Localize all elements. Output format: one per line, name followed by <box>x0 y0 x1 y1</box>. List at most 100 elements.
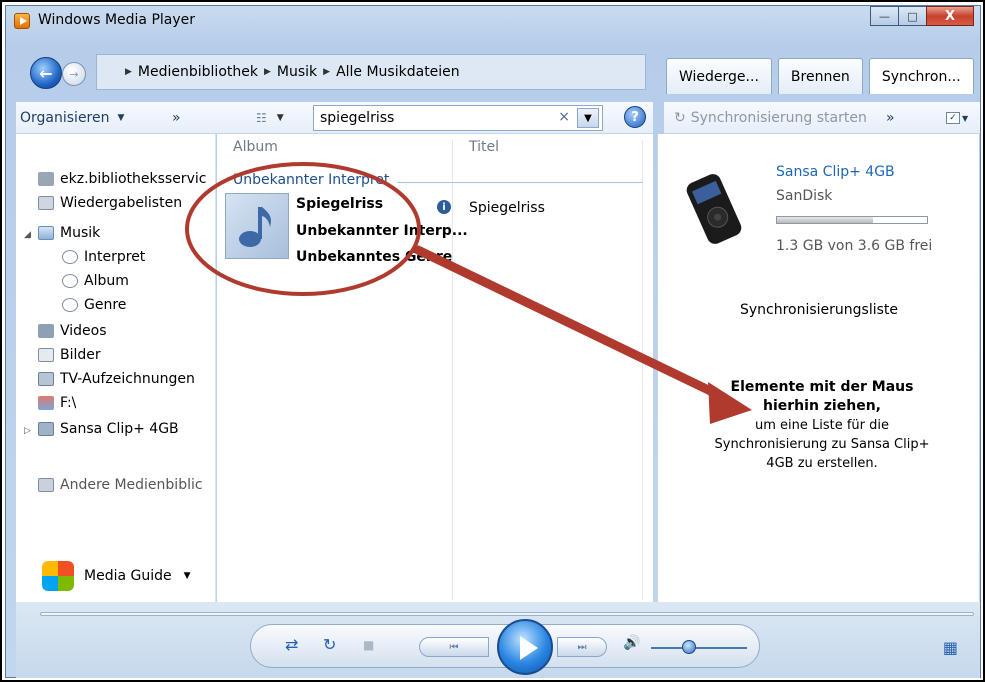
nav-label: F:\ <box>60 395 77 411</box>
sync-more-button[interactable]: » <box>886 106 895 130</box>
drop-zone-hint[interactable]: Elemente mit der Maus hierhin ziehen, um… <box>702 378 942 473</box>
windows-logo-icon <box>42 561 74 591</box>
nav-label: Bilder <box>60 347 101 363</box>
seek-bar[interactable] <box>40 612 974 616</box>
forward-button[interactable]: → <box>62 62 86 86</box>
navigation-bar: ← → ▶ Medienbibliothek ▶ Musik ▶ Alle Mu… <box>16 54 653 90</box>
title-bar: Windows Media Player — □ X <box>6 6 980 34</box>
playlist-icon <box>38 196 54 210</box>
picture-icon <box>38 348 54 362</box>
other-libraries-icon <box>38 478 54 492</box>
nav-label: Interpret <box>84 249 146 265</box>
column-header-title[interactable]: Titel <box>469 134 499 160</box>
clear-search-icon[interactable]: × <box>558 109 570 125</box>
organize-button[interactable]: Organisieren ▼ <box>20 106 124 130</box>
storage-bar <box>776 216 928 224</box>
nav-item-library-share[interactable]: ekz.bibliotheksservic <box>38 168 206 190</box>
maximize-button[interactable]: □ <box>898 6 926 26</box>
nav-item-device[interactable]: Sansa Clip+ 4GB <box>38 418 179 440</box>
dropdown-arrow-icon: ▼ <box>276 113 284 123</box>
nav-label: Wiedergabelisten <box>60 195 183 211</box>
tab-burn[interactable]: Brennen <box>777 58 863 94</box>
nav-item-drive[interactable]: F:\ <box>38 392 76 414</box>
sync-pane: Sansa Clip+ 4GB SanDisk 1.3 GB von 3.6 G… <box>657 134 979 602</box>
previous-button[interactable]: ⏮ <box>419 637 489 657</box>
breadcrumb-library[interactable]: Medienbibliothek <box>138 64 258 80</box>
breadcrumb-music[interactable]: Musik <box>277 64 317 80</box>
sansa-player-image <box>686 174 742 244</box>
repeat-icon[interactable]: ↻ <box>323 635 336 654</box>
search-dropdown-button[interactable]: ▼ <box>577 108 599 128</box>
video-icon <box>38 324 54 338</box>
view-options-icon: ☷ <box>256 111 267 125</box>
switch-to-now-playing-icon[interactable]: ▦ <box>943 638 958 657</box>
nav-label: Videos <box>60 323 107 339</box>
drop-hint-bold: Elemente mit der Maus hierhin ziehen, <box>730 379 914 414</box>
album-art[interactable] <box>225 193 289 259</box>
volume-knob[interactable] <box>682 640 697 654</box>
next-icon: ⏭ <box>577 641 587 653</box>
back-button[interactable]: ← <box>30 57 62 89</box>
sync-options-button[interactable]: ✓ ▼ <box>946 106 968 130</box>
stop-icon[interactable]: ■ <box>363 638 374 652</box>
sync-icon: ↻ <box>674 110 686 126</box>
search-value: spiegelriss <box>320 110 395 126</box>
media-player-window: Windows Media Player — □ X ← → ▶ Medienb… <box>5 5 981 678</box>
track-title[interactable]: Spiegelriss <box>469 200 545 216</box>
transport-controls: ⇄ ↻ ■ ⏮ ⏭ 🔊 <box>250 619 760 675</box>
more-commands-button[interactable]: » <box>172 106 181 130</box>
column-divider <box>642 140 643 600</box>
nav-item-genre[interactable]: Genre <box>62 294 126 316</box>
previous-icon: ⏮ <box>449 641 459 653</box>
info-icon[interactable]: i <box>437 200 451 214</box>
genre-icon <box>62 298 78 312</box>
shuffle-icon[interactable]: ⇄ <box>285 635 298 654</box>
album-artist[interactable]: Unbekannter Interp... <box>296 223 468 239</box>
nav-item-album[interactable]: Album <box>62 270 129 292</box>
breadcrumb-all-music[interactable]: Alle Musikdateien <box>336 64 460 80</box>
player-controls: ⇄ ↻ ■ ⏮ ⏭ 🔊 ▦ <box>16 602 980 678</box>
media-player-icon <box>14 13 30 29</box>
nav-item-pictures[interactable]: Bilder <box>38 344 101 366</box>
nav-item-other-libraries[interactable]: Andere Medienbiblic <box>38 474 203 496</box>
nav-label: ekz.bibliotheksservic <box>60 171 207 187</box>
volume-slider[interactable] <box>651 647 747 649</box>
close-button[interactable]: X <box>926 6 974 26</box>
nav-label: Genre <box>84 297 127 313</box>
chevron-right-icon: ▶ <box>263 67 271 77</box>
volume-icon[interactable]: 🔊 <box>623 635 640 651</box>
tab-sync[interactable]: Synchron... <box>868 58 974 94</box>
media-guide-button[interactable]: Media Guide ▼ <box>42 558 191 594</box>
start-sync-button[interactable]: ↻ Synchronisierung starten <box>674 106 867 130</box>
checklist-icon: ✓ <box>946 112 960 124</box>
device-icon <box>38 422 54 436</box>
sync-toolbar: ↻ Synchronisierung starten » ✓ ▼ <box>664 102 980 134</box>
nav-item-tv[interactable]: TV-Aufzeichnungen <box>38 368 195 390</box>
window-title: Windows Media Player <box>38 12 196 28</box>
nav-label: Musik <box>60 225 101 241</box>
search-input[interactable]: spiegelriss × ▼ <box>313 105 603 131</box>
storage-free: 1.3 GB von 3.6 GB frei <box>776 238 933 254</box>
nav-item-videos[interactable]: Videos <box>38 320 107 342</box>
play-button[interactable] <box>497 619 553 675</box>
expand-arrow-icon[interactable]: ▷ <box>24 426 31 436</box>
column-header-album[interactable]: Album <box>233 134 278 160</box>
view-options-button[interactable]: ☷ ▼ <box>256 106 284 130</box>
screenshot-frame: Windows Media Player — □ X ← → ▶ Medienb… <box>0 0 985 682</box>
nav-item-artist[interactable]: Interpret <box>62 246 145 268</box>
library-icon <box>38 172 54 186</box>
collapse-arrow-icon[interactable]: ◢ <box>24 230 31 240</box>
back-arrow-icon: ← <box>39 63 53 83</box>
help-icon[interactable]: ? <box>624 106 646 128</box>
nav-label: TV-Aufzeichnungen <box>60 371 195 387</box>
start-sync-label: Synchronisierung starten <box>690 110 867 126</box>
album-genre[interactable]: Unbekanntes Genre <box>296 249 452 265</box>
next-button[interactable]: ⏭ <box>557 637 607 657</box>
nav-item-playlists[interactable]: Wiedergabelisten <box>38 192 182 214</box>
device-name[interactable]: Sansa Clip+ 4GB <box>776 164 895 180</box>
chevron-right-icon: ▶ <box>323 67 331 77</box>
tab-play[interactable]: Wiederge... <box>666 58 772 94</box>
album-name[interactable]: Spiegelriss <box>296 196 383 212</box>
nav-item-music[interactable]: Musik <box>38 222 100 244</box>
minimize-button[interactable]: — <box>870 6 898 26</box>
